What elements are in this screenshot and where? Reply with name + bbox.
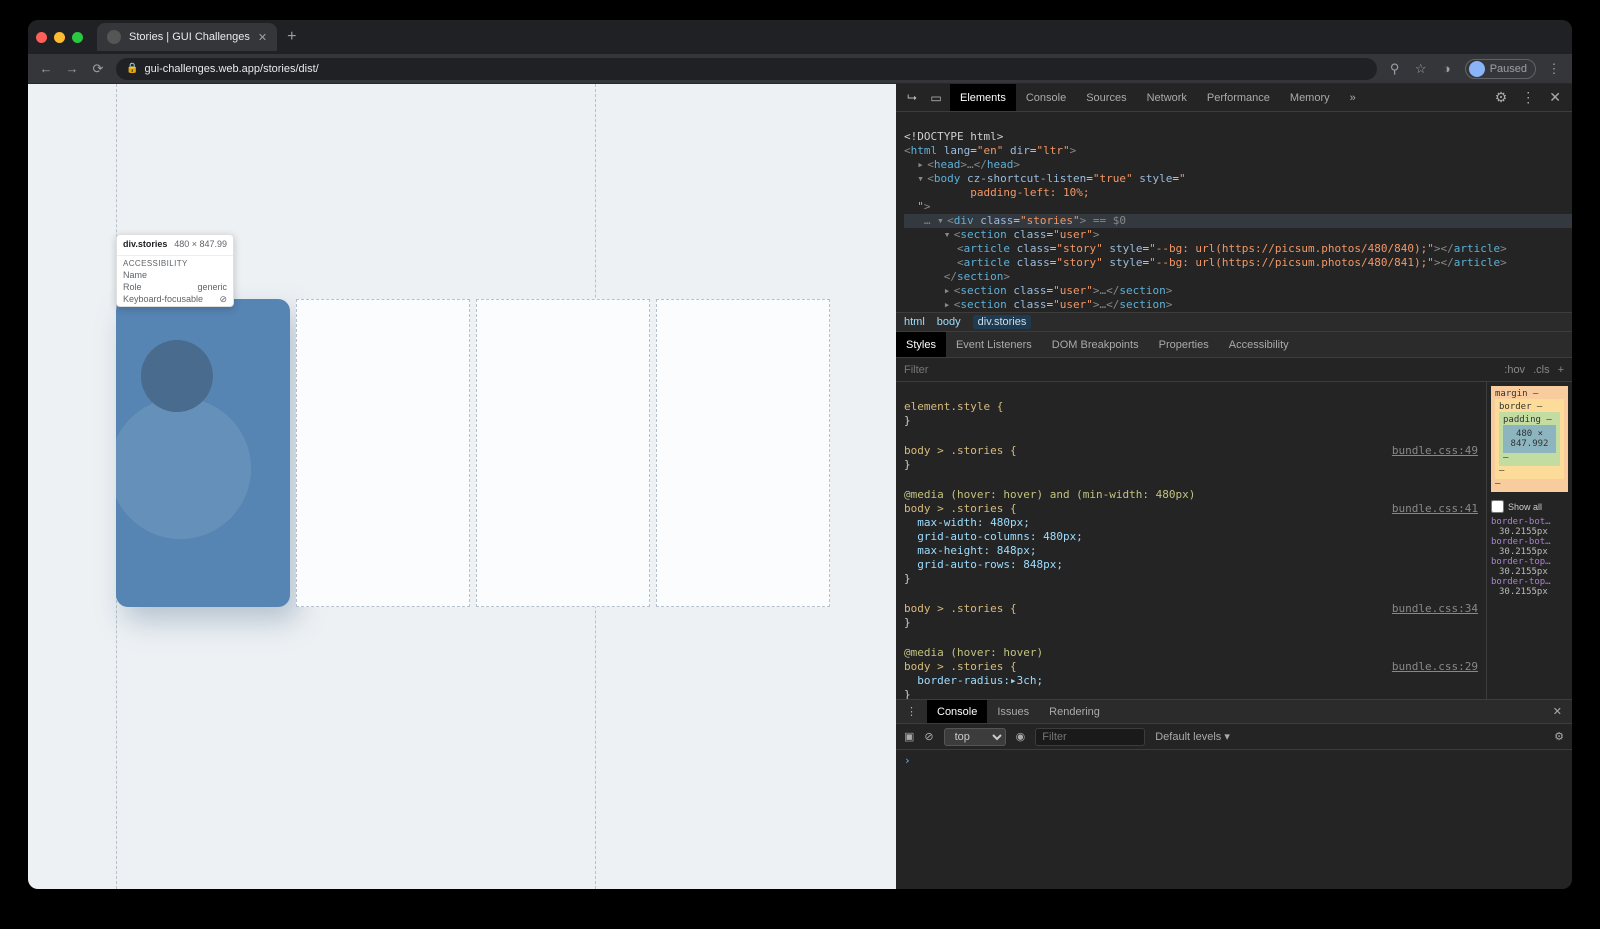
subtab-styles[interactable]: Styles xyxy=(896,332,946,357)
subtab-event-listeners[interactable]: Event Listeners xyxy=(946,332,1042,357)
story-card-highlighted[interactable] xyxy=(116,299,290,607)
address-bar[interactable]: 🔒 gui-challenges.web.app/stories/dist/ xyxy=(116,58,1377,80)
show-all-checkbox[interactable]: Show all xyxy=(1491,500,1568,513)
forward-button[interactable]: → xyxy=(64,61,80,76)
context-select[interactable]: top xyxy=(944,728,1006,746)
computed-row: border-top…30.2155px xyxy=(1491,557,1568,577)
bookmark-icon[interactable]: ☆ xyxy=(1413,61,1429,77)
menu-icon[interactable]: ⋮ xyxy=(1546,61,1562,77)
rendered-page[interactable]: div.stories 480 × 847.99 ACCESSIBILITY N… xyxy=(28,84,896,889)
console-body[interactable]: › xyxy=(896,750,1572,889)
box-model[interactable]: margin – border – padding – 480 × 847.99… xyxy=(1491,386,1568,492)
reload-button[interactable]: ⟳ xyxy=(90,61,106,77)
fullscreen-window-button[interactable] xyxy=(72,32,83,43)
more-menu-icon[interactable]: ⋮ xyxy=(1516,89,1540,106)
computed-row: border-top…30.2155px xyxy=(1491,577,1568,597)
browser-window: Stories | GUI Challenges ✕ + ← → ⟳ 🔒 gui… xyxy=(28,20,1572,889)
search-icon[interactable]: ⚲ xyxy=(1387,61,1403,77)
live-expression-icon[interactable]: ◉ xyxy=(1016,730,1026,743)
styles-filter-input[interactable]: Filter xyxy=(904,364,1496,376)
tab-performance[interactable]: Performance xyxy=(1197,84,1280,111)
story-card-placeholder[interactable] xyxy=(656,299,830,607)
drawer-tab-issues[interactable]: Issues xyxy=(987,700,1039,723)
inspect-tooltip: div.stories 480 × 847.99 ACCESSIBILITY N… xyxy=(116,234,234,307)
devtools-panel: ⮡ ▭ Elements Console Sources Network Per… xyxy=(896,84,1572,889)
tooltip-selector: div.stories xyxy=(123,239,167,249)
story-card-placeholder[interactable] xyxy=(476,299,650,607)
console-drawer: ⋮ Console Issues Rendering ✕ ▣ ⊘ top ◉ D… xyxy=(896,699,1572,889)
subtab-properties[interactable]: Properties xyxy=(1149,332,1219,357)
subtab-accessibility[interactable]: Accessibility xyxy=(1219,332,1299,357)
inspect-element-icon[interactable]: ⮡ xyxy=(902,90,922,105)
extension-icon[interactable]: ◑ xyxy=(1439,61,1455,76)
drawer-tab-console[interactable]: Console xyxy=(927,700,987,723)
settings-icon[interactable]: ⚙ xyxy=(1490,89,1513,106)
console-filter-input[interactable] xyxy=(1035,728,1145,746)
new-style-button[interactable]: + xyxy=(1558,364,1564,376)
minimize-window-button[interactable] xyxy=(54,32,65,43)
back-button[interactable]: ← xyxy=(38,61,54,76)
close-drawer-icon[interactable]: ✕ xyxy=(1543,700,1572,723)
dom-breadcrumbs: html body div.stories xyxy=(896,312,1572,332)
devtools-tabs: Elements Console Sources Network Perform… xyxy=(950,84,1366,111)
dom-tree[interactable]: <!DOCTYPE html> <html lang="en" dir="ltr… xyxy=(896,112,1572,312)
tab-network[interactable]: Network xyxy=(1137,84,1197,111)
computed-pane: margin – border – padding – 480 × 847.99… xyxy=(1486,382,1572,699)
profile-button[interactable]: Paused xyxy=(1465,59,1536,79)
content-area: div.stories 480 × 847.99 ACCESSIBILITY N… xyxy=(28,84,1572,889)
sidebar-toggle-icon[interactable]: ▣ xyxy=(904,730,914,743)
computed-row: border-bot…30.2155px xyxy=(1491,517,1568,537)
favicon xyxy=(107,30,121,44)
styles-filter-bar: Filter :hov .cls + xyxy=(896,358,1572,382)
subtab-dom-breakpoints[interactable]: DOM Breakpoints xyxy=(1042,332,1149,357)
tab-memory[interactable]: Memory xyxy=(1280,84,1340,111)
tooltip-section: ACCESSIBILITY xyxy=(117,258,233,269)
close-devtools-icon[interactable]: ✕ xyxy=(1544,89,1566,106)
tab-elements[interactable]: Elements xyxy=(950,84,1016,111)
levels-select[interactable]: Default levels ▾ xyxy=(1155,730,1230,743)
url-text: gui-challenges.web.app/stories/dist/ xyxy=(144,63,318,75)
tab-title: Stories | GUI Challenges xyxy=(129,31,250,43)
tab-console[interactable]: Console xyxy=(1016,84,1076,111)
cls-toggle[interactable]: .cls xyxy=(1533,364,1550,376)
crumb-html[interactable]: html xyxy=(904,316,925,328)
stories-row xyxy=(116,299,830,607)
drawer-tab-rendering[interactable]: Rendering xyxy=(1039,700,1110,723)
story-card-placeholder[interactable] xyxy=(296,299,470,607)
close-tab-icon[interactable]: ✕ xyxy=(258,31,267,44)
clear-console-icon[interactable]: ⊘ xyxy=(924,730,933,743)
tabstrip: Stories | GUI Challenges ✕ + xyxy=(28,20,1572,54)
lock-icon: 🔒 xyxy=(126,63,138,74)
console-prompt-icon: › xyxy=(904,754,911,767)
tooltip-dimensions: 480 × 847.99 xyxy=(174,239,227,249)
computed-row: border-bot…30.2155px xyxy=(1491,537,1568,557)
close-window-button[interactable] xyxy=(36,32,47,43)
device-toggle-icon[interactable]: ▭ xyxy=(926,91,946,105)
tab-sources[interactable]: Sources xyxy=(1076,84,1136,111)
browser-tab[interactable]: Stories | GUI Challenges ✕ xyxy=(97,23,277,51)
drawer-menu-icon[interactable]: ⋮ xyxy=(896,700,927,723)
more-tabs-icon[interactable]: » xyxy=(1340,84,1366,111)
hov-toggle[interactable]: :hov xyxy=(1504,364,1525,376)
browser-toolbar: ← → ⟳ 🔒 gui-challenges.web.app/stories/d… xyxy=(28,54,1572,84)
new-tab-button[interactable]: + xyxy=(277,28,306,46)
styles-pane[interactable]: element.style { } bundle.css:49body > .s… xyxy=(896,382,1486,699)
styles-subtabs: Styles Event Listeners DOM Breakpoints P… xyxy=(896,332,1572,358)
console-settings-icon[interactable]: ⚙ xyxy=(1554,730,1564,743)
devtools-toolbar: ⮡ ▭ Elements Console Sources Network Per… xyxy=(896,84,1572,112)
avatar xyxy=(1469,61,1485,77)
crumb-stories[interactable]: div.stories xyxy=(973,315,1032,329)
window-controls xyxy=(36,32,83,43)
crumb-body[interactable]: body xyxy=(937,316,961,328)
